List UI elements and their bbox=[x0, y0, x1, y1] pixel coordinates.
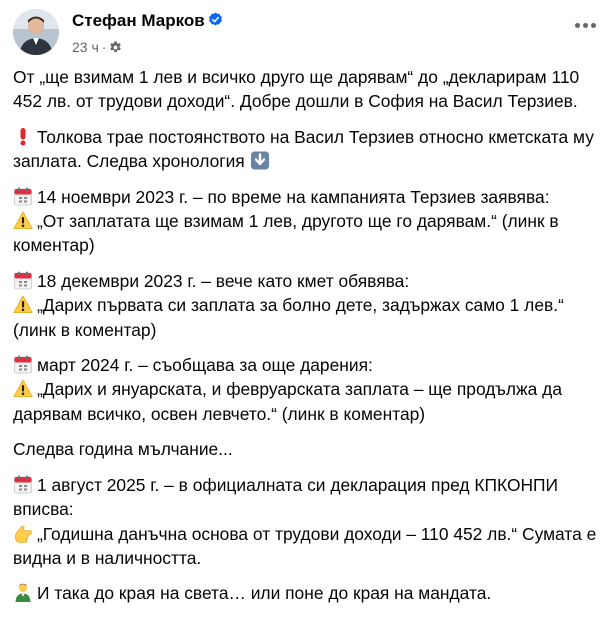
post-line: „Годишна данъчна основа от трудови доход… bbox=[13, 522, 605, 571]
avatar[interactable] bbox=[13, 9, 59, 55]
audience-gear-icon[interactable] bbox=[109, 40, 122, 53]
down-arrow-icon bbox=[250, 151, 270, 170]
post-line-text: 14 ноември 2023 г. – по време на кампани… bbox=[37, 186, 550, 207]
author-name[interactable]: Стефан Марков bbox=[72, 10, 223, 32]
dot-icon bbox=[582, 22, 588, 28]
post-line: Толкова трае постоянството на Васил Терз… bbox=[13, 125, 605, 174]
post-header: Стефан Марков 23 ч · bbox=[13, 9, 613, 61]
calendar-icon bbox=[13, 475, 33, 494]
calendar-icon bbox=[13, 271, 33, 290]
pointing-hand-icon bbox=[13, 524, 33, 543]
post-paragraph: И така до края на света… или поне до кра… bbox=[13, 581, 605, 605]
more-options-button[interactable] bbox=[569, 11, 601, 39]
post-line: „Дарих първата си заплата за болно дете,… bbox=[13, 293, 605, 342]
post-line: Следва година мълчание... bbox=[13, 437, 605, 461]
warning-icon bbox=[13, 379, 33, 398]
post-paragraph: март 2024 г. – съобщава за още дарения: „… bbox=[13, 353, 605, 426]
post-line: 18 декември 2023 г. – вече като кмет обя… bbox=[13, 269, 605, 293]
verified-badge-icon bbox=[208, 11, 223, 26]
post-line: „Дарих и януарската, и февруарската запл… bbox=[13, 377, 605, 426]
post-meta: 23 ч · bbox=[72, 38, 122, 56]
post-line-text: Следва година мълчание... bbox=[13, 439, 233, 460]
post-line-text: 1 август 2025 г. – в официалната си декл… bbox=[13, 474, 559, 520]
post-paragraph: Следва година мълчание... bbox=[13, 437, 605, 461]
post-paragraph: 1 август 2025 г. – в официалната си декл… bbox=[13, 473, 605, 571]
post-text: От „ще взимам 1 лев и всичко друго ще да… bbox=[13, 65, 605, 617]
meta-separator: · bbox=[101, 39, 107, 55]
post-line-text: 18 декември 2023 г. – вече като кмет обя… bbox=[37, 270, 410, 291]
post-line-text: „Годишна данъчна основа от трудови доход… bbox=[13, 523, 597, 568]
warning-icon bbox=[13, 295, 33, 314]
post-line-text: И така до края на света… или поне до кра… bbox=[37, 583, 492, 604]
post-line-text: „Дарих първата си заплата за болно дете,… bbox=[13, 295, 564, 340]
person-icon bbox=[13, 583, 33, 603]
post-line: „От заплатата ще взимам 1 лев, другото щ… bbox=[13, 209, 605, 258]
calendar-icon bbox=[13, 355, 33, 374]
post-line: И така до края на света… или поне до кра… bbox=[13, 581, 605, 605]
post-line-text: „Дарих и януарската, и февруарската запл… bbox=[13, 379, 562, 424]
dot-icon bbox=[590, 22, 596, 28]
post-line: 14 ноември 2023 г. – по време на кампани… bbox=[13, 185, 605, 209]
post-line-text: От „ще взимам 1 лев и всичко друго ще да… bbox=[13, 67, 580, 112]
post-line-text: „От заплатата ще взимам 1 лев, другото щ… bbox=[13, 211, 559, 256]
calendar-icon bbox=[13, 187, 33, 206]
post-paragraph: Толкова трае постоянството на Васил Терз… bbox=[13, 125, 605, 174]
facebook-post: Стефан Марков 23 ч · От „ще взимам 1 лев … bbox=[0, 0, 613, 638]
dot-icon bbox=[574, 22, 580, 28]
author-name-label[interactable]: Стефан Марков bbox=[72, 11, 205, 30]
post-paragraph: 14 ноември 2023 г. – по време на кампани… bbox=[13, 185, 605, 258]
exclamation-icon bbox=[13, 127, 33, 146]
warning-icon bbox=[13, 211, 33, 230]
post-line-text: март 2024 г. – съобщава за още дарения: bbox=[37, 355, 373, 376]
post-line-text: Толкова трае постоянството на Васил Терз… bbox=[13, 126, 594, 172]
post-paragraph: От „ще взимам 1 лев и всичко друго ще да… bbox=[13, 65, 605, 114]
post-line: 1 август 2025 г. – в официалната си декл… bbox=[13, 473, 605, 522]
post-timestamp[interactable]: 23 ч bbox=[72, 39, 99, 55]
post-line: От „ще взимам 1 лев и всичко друго ще да… bbox=[13, 65, 605, 114]
post-line: март 2024 г. – съобщава за още дарения: bbox=[13, 353, 605, 377]
post-paragraph: 18 декември 2023 г. – вече като кмет обя… bbox=[13, 269, 605, 342]
